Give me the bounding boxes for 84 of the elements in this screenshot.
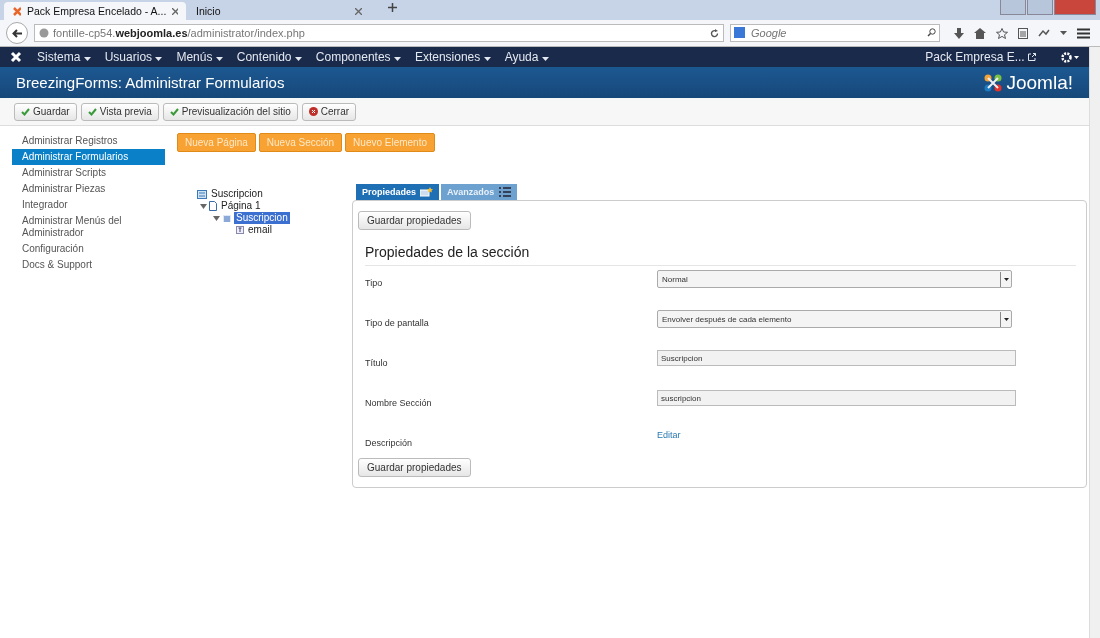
tab[interactable]: Propiedades bbox=[356, 184, 440, 200]
star-icon[interactable] bbox=[996, 27, 1008, 39]
menu-item[interactable]: Componentes bbox=[308, 50, 408, 64]
section-heading: Propiedades de la sección bbox=[365, 244, 1076, 266]
sidebar-item[interactable]: Administrar Scripts bbox=[12, 165, 165, 181]
page-icon bbox=[209, 201, 217, 211]
joomla-logo-icon bbox=[983, 72, 1004, 93]
logo-text: Joomla! bbox=[1006, 71, 1073, 94]
globe-icon bbox=[39, 28, 49, 38]
sidebar-item[interactable]: Administrar Registros bbox=[12, 133, 165, 149]
settings-icon[interactable] bbox=[1061, 51, 1079, 63]
text-element-icon bbox=[236, 226, 244, 234]
field-label: Tipo bbox=[365, 277, 384, 288]
home-icon[interactable] bbox=[974, 27, 986, 39]
sidebar-item[interactable]: Administrar Menús del Administrador bbox=[12, 213, 165, 241]
select-field[interactable]: Normal bbox=[657, 270, 1012, 288]
tree-item[interactable]: email bbox=[246, 224, 274, 236]
tree-item[interactable]: Página 1 bbox=[219, 200, 263, 212]
close-tab-icon[interactable] bbox=[172, 7, 178, 15]
caret-icon bbox=[541, 57, 549, 61]
caret-icon bbox=[393, 57, 401, 61]
close-tab-icon[interactable] bbox=[355, 7, 362, 15]
toolbar-button[interactable]: Cerrar bbox=[301, 102, 357, 121]
toolbar-button[interactable]: Vista previa bbox=[80, 102, 159, 121]
expand-arrow-icon[interactable] bbox=[200, 203, 207, 209]
card-star-icon bbox=[420, 187, 434, 197]
toolbar-button[interactable]: Previsualización del sitio bbox=[162, 102, 298, 121]
menu-icon[interactable] bbox=[1077, 27, 1090, 39]
joomla-icon[interactable] bbox=[10, 51, 22, 63]
scrollbar[interactable] bbox=[1089, 47, 1100, 638]
caret-icon bbox=[483, 57, 491, 61]
field-label: Nombre Sección bbox=[365, 397, 433, 408]
back-arrow-icon bbox=[12, 28, 22, 38]
menu-item[interactable]: Extensiones bbox=[407, 50, 498, 64]
dropdown-arrow-icon bbox=[1003, 277, 1009, 281]
menu-item[interactable]: Ayuda bbox=[497, 50, 556, 64]
search-field[interactable]: Google bbox=[730, 24, 940, 42]
site-link[interactable]: Pack Empresa E... bbox=[918, 50, 1043, 64]
check-icon bbox=[169, 107, 179, 116]
input-field[interactable]: suscripcion bbox=[657, 390, 1016, 406]
check-icon bbox=[87, 107, 97, 116]
save-properties-button[interactable]: Guardar propiedades bbox=[358, 458, 471, 477]
toolbar-button[interactable]: Guardar bbox=[14, 102, 77, 121]
numbered-list-icon bbox=[498, 187, 512, 197]
input-field[interactable]: Suscripcion bbox=[657, 350, 1016, 366]
external-link-icon bbox=[1028, 53, 1036, 61]
back-button[interactable] bbox=[6, 22, 28, 44]
field-label: Descripción bbox=[365, 437, 414, 448]
reading-list-icon[interactable] bbox=[1018, 27, 1028, 39]
menu-item[interactable]: Contenido bbox=[229, 50, 309, 64]
section-icon bbox=[222, 213, 232, 223]
field-label: Tipo de pantalla bbox=[365, 317, 430, 328]
caret-icon bbox=[294, 57, 302, 61]
browser-tab[interactable]: Pack Empresa Encelado - A... bbox=[4, 2, 186, 20]
caret-icon bbox=[155, 57, 163, 61]
sidebar-item[interactable]: Administrar Piezas bbox=[12, 181, 165, 197]
form-icon bbox=[197, 189, 207, 199]
edit-link[interactable]: Editar bbox=[657, 430, 681, 440]
reload-icon[interactable] bbox=[710, 28, 719, 38]
sidebar-item[interactable]: Administrar Formularios bbox=[12, 149, 165, 165]
sidebar-item[interactable]: Configuración bbox=[12, 241, 165, 257]
dropdown-arrow-icon bbox=[1003, 317, 1009, 321]
caret-icon bbox=[215, 57, 223, 61]
tree-item[interactable]: Suscripcion bbox=[209, 188, 265, 200]
browser-tab[interactable]: Inicio bbox=[188, 2, 370, 20]
sidebar-item[interactable]: Docs & Support bbox=[12, 257, 165, 273]
menu-item[interactable]: Sistema bbox=[30, 50, 98, 64]
field-label: Título bbox=[365, 357, 389, 368]
address-bar[interactable]: fontille-cp54.webjoomla.es/administrator/index.php bbox=[34, 24, 724, 42]
close-icon bbox=[308, 107, 318, 116]
expand-arrow-icon[interactable] bbox=[213, 215, 220, 221]
site-icon bbox=[12, 5, 21, 17]
dropdown-arrow-icon[interactable] bbox=[1060, 31, 1067, 35]
menu-item[interactable]: Usuarios bbox=[97, 50, 170, 64]
search-icon[interactable] bbox=[927, 28, 936, 37]
save-properties-button[interactable]: Guardar propiedades bbox=[358, 211, 471, 230]
tree-item[interactable]: Suscripcion bbox=[234, 212, 290, 224]
caret-icon bbox=[83, 57, 91, 61]
menu-item[interactable]: Menús bbox=[169, 50, 230, 64]
page-title: BreezingForms: Administrar Formularios bbox=[16, 74, 285, 91]
download-icon[interactable] bbox=[954, 27, 964, 39]
select-field[interactable]: Envolver después de cada elemento bbox=[657, 310, 1012, 328]
sidebar-item[interactable]: Integrador bbox=[12, 197, 165, 213]
check-icon bbox=[21, 107, 30, 116]
